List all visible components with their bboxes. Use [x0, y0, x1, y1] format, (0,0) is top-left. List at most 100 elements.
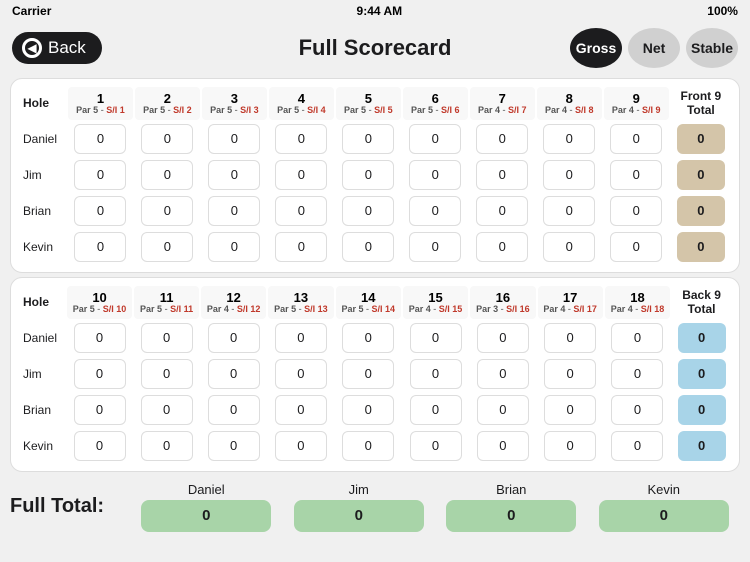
score-cell[interactable]: 0	[134, 321, 199, 355]
score-cell[interactable]: 0	[336, 357, 401, 391]
score-cell[interactable]: 0	[538, 393, 603, 427]
score-cell[interactable]: 0	[134, 357, 199, 391]
score-cell[interactable]: 0	[336, 393, 401, 427]
full-total-player-name: Jim	[349, 482, 369, 497]
score-cell[interactable]: 0	[269, 122, 334, 156]
score-cell[interactable]: 0	[135, 194, 200, 228]
player-name: Kevin	[19, 429, 65, 463]
score-cell[interactable]: 0	[68, 230, 133, 264]
score-cell[interactable]: 0	[202, 194, 267, 228]
score-cell[interactable]: 0	[470, 122, 535, 156]
score-cell[interactable]: 0	[403, 357, 468, 391]
score-cell[interactable]: 0	[403, 429, 468, 463]
score-cell[interactable]: 0	[67, 357, 132, 391]
score-cell[interactable]: 0	[604, 122, 669, 156]
score-cell[interactable]: 0	[604, 230, 669, 264]
score-cell[interactable]: 0	[604, 158, 669, 192]
score-cell[interactable]: 0	[537, 122, 602, 156]
score-cell[interactable]: 0	[135, 122, 200, 156]
player-name: Jim	[19, 158, 66, 192]
front9-hole-label: Hole	[19, 87, 66, 120]
score-cell[interactable]: 0	[336, 122, 401, 156]
net-button[interactable]: Net	[628, 28, 680, 68]
score-cell[interactable]: 0	[135, 158, 200, 192]
score-cell[interactable]: 0	[470, 357, 535, 391]
score-cell[interactable]: 0	[336, 194, 401, 228]
score-cell[interactable]: 0	[336, 158, 401, 192]
hole-13-header: 13Par 5 - S/I 13	[268, 286, 333, 319]
score-cell[interactable]: 0	[470, 429, 535, 463]
score-cell[interactable]: 0	[605, 393, 670, 427]
total-cell: 0	[671, 122, 731, 156]
score-cell[interactable]: 0	[68, 122, 133, 156]
score-cell[interactable]: 0	[67, 393, 132, 427]
score-cell[interactable]: 0	[538, 357, 603, 391]
score-cell[interactable]: 0	[202, 122, 267, 156]
score-cell[interactable]: 0	[403, 393, 468, 427]
score-cell[interactable]: 0	[538, 321, 603, 355]
score-cell[interactable]: 0	[403, 321, 468, 355]
score-cell[interactable]: 0	[605, 357, 670, 391]
score-cell[interactable]: 0	[67, 429, 132, 463]
score-cell[interactable]: 0	[537, 230, 602, 264]
score-cell[interactable]: 0	[201, 429, 266, 463]
score-cell[interactable]: 0	[269, 230, 334, 264]
score-cell[interactable]: 0	[201, 393, 266, 427]
score-cell[interactable]: 0	[135, 230, 200, 264]
score-cell[interactable]: 0	[605, 429, 670, 463]
table-row: Brian0000000000	[19, 393, 731, 427]
score-cell[interactable]: 0	[134, 393, 199, 427]
score-cell[interactable]: 0	[470, 393, 535, 427]
score-cell[interactable]: 0	[470, 158, 535, 192]
back-button[interactable]: ◀ Back	[12, 32, 102, 64]
score-cell[interactable]: 0	[470, 194, 535, 228]
total-cell: 0	[671, 158, 731, 192]
score-cell[interactable]: 0	[67, 321, 132, 355]
player-name: Daniel	[19, 122, 66, 156]
score-cell[interactable]: 0	[537, 194, 602, 228]
table-row: Kevin0000000000	[19, 429, 731, 463]
score-cell[interactable]: 0	[403, 194, 468, 228]
back-label: Back	[48, 38, 86, 58]
score-cell[interactable]: 0	[403, 230, 468, 264]
full-total-players: Daniel0Jim0Brian0Kevin0	[130, 482, 740, 532]
score-cell[interactable]: 0	[269, 194, 334, 228]
score-cell[interactable]: 0	[605, 321, 670, 355]
score-cell[interactable]: 0	[268, 393, 333, 427]
score-cell[interactable]: 0	[268, 429, 333, 463]
score-cell[interactable]: 0	[269, 158, 334, 192]
player-name: Brian	[19, 194, 66, 228]
table-row: Kevin0000000000	[19, 230, 731, 264]
score-cell[interactable]: 0	[336, 230, 401, 264]
score-cell[interactable]: 0	[538, 429, 603, 463]
score-cell[interactable]: 0	[201, 321, 266, 355]
full-total-player-name: Brian	[496, 482, 526, 497]
full-total-player: Jim0	[283, 482, 436, 532]
score-cell[interactable]: 0	[403, 158, 468, 192]
score-cell[interactable]: 0	[201, 357, 266, 391]
score-cell[interactable]: 0	[202, 158, 267, 192]
stable-button[interactable]: Stable	[686, 28, 738, 68]
table-row: Brian0000000000	[19, 194, 731, 228]
back9-section: Hole 10Par 5 - S/I 1011Par 5 - S/I 1112P…	[10, 277, 740, 472]
full-total-score: 0	[599, 500, 729, 532]
score-cell[interactable]: 0	[537, 158, 602, 192]
score-cell[interactable]: 0	[68, 194, 133, 228]
score-cell[interactable]: 0	[202, 230, 267, 264]
score-cell[interactable]: 0	[336, 321, 401, 355]
score-cell[interactable]: 0	[403, 122, 468, 156]
front9-section: Hole 1Par 5 - S/I 12Par 5 - S/I 23Par 5 …	[10, 78, 740, 273]
score-cell[interactable]: 0	[604, 194, 669, 228]
header: ◀ Back Full Scorecard Gross Net Stable	[0, 22, 750, 74]
score-cell[interactable]: 0	[470, 321, 535, 355]
score-cell[interactable]: 0	[268, 357, 333, 391]
score-cell[interactable]: 0	[134, 429, 199, 463]
battery-label: 100%	[707, 4, 738, 18]
score-cell[interactable]: 0	[336, 429, 401, 463]
gross-button[interactable]: Gross	[570, 28, 622, 68]
hole-18-header: 18Par 4 - S/I 18	[605, 286, 670, 319]
score-cell[interactable]: 0	[268, 321, 333, 355]
score-cell[interactable]: 0	[68, 158, 133, 192]
hole-8-header: 8Par 4 - S/I 8	[537, 87, 602, 120]
score-cell[interactable]: 0	[470, 230, 535, 264]
